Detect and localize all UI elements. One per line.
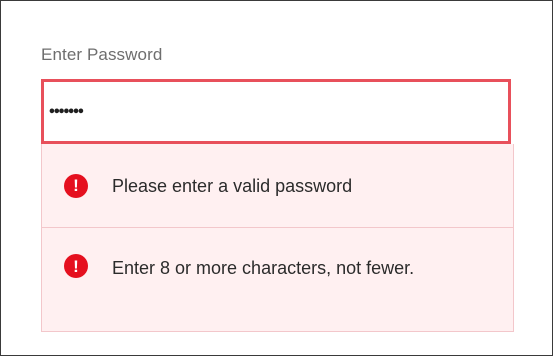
password-form-panel: Enter Password ••••••• ! Please enter a … [0,0,553,356]
error-item: ! Enter 8 or more characters, not fewer. [42,228,513,332]
error-message: Enter 8 or more characters, not fewer. [112,258,415,278]
password-input[interactable]: ••••••• [41,79,511,144]
error-message: Please enter a valid password [112,175,353,196]
password-label: Enter Password [41,45,163,64]
error-item: ! Please enter a valid password [42,144,513,228]
exclamation-circle-icon: ! [64,254,88,278]
error-list: ! Please enter a valid password ! Enter … [41,144,514,332]
password-masked-value: ••••••• [48,104,85,120]
exclamation-circle-icon: ! [64,173,88,198]
